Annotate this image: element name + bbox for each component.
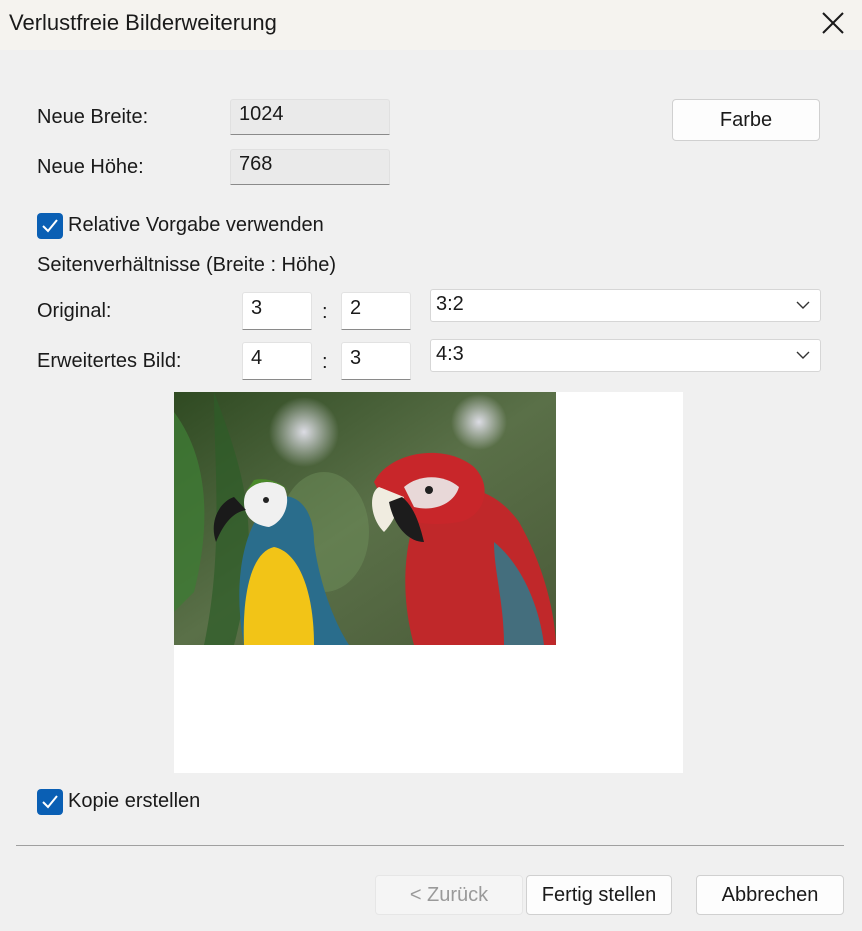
relative-checkbox-label[interactable]: Relative Vorgabe verwenden — [68, 214, 324, 237]
original-colon: : — [322, 301, 328, 323]
back-button[interactable]: < Zurück — [375, 875, 523, 915]
relative-checkbox[interactable] — [37, 213, 63, 239]
copy-checkbox-label[interactable]: Kopie erstellen — [68, 790, 200, 813]
extended-preset-dropdown[interactable]: 4:3 — [430, 339, 821, 372]
window-title: Verlustfreie Bilderweiterung — [9, 10, 277, 35]
original-width-input[interactable]: 3 — [242, 292, 312, 330]
new-height-label: Neue Höhe: — [37, 156, 144, 178]
original-preset-dropdown[interactable]: 3:2 — [430, 289, 821, 322]
footer-separator — [16, 845, 844, 846]
finish-button[interactable]: Fertig stellen — [526, 875, 672, 915]
chevron-down-icon — [796, 351, 810, 359]
extended-width-input[interactable]: 4 — [242, 342, 312, 380]
extension-preview — [174, 392, 683, 773]
extended-colon: : — [322, 351, 328, 373]
color-button[interactable]: Farbe — [672, 99, 820, 141]
extended-height-input[interactable]: 3 — [341, 342, 411, 380]
aspect-section-label: Seitenverhältnisse (Breite : Höhe) — [37, 254, 337, 276]
new-height-field: 768 — [230, 149, 390, 185]
original-label: Original: — [37, 300, 112, 322]
parrot-photo — [174, 392, 556, 645]
close-button[interactable] — [808, 0, 858, 46]
extended-preset-value: 4:3 — [436, 343, 464, 365]
copy-checkbox[interactable] — [37, 789, 63, 815]
new-width-field: 1024 — [230, 99, 390, 135]
original-preset-value: 3:2 — [436, 293, 464, 315]
extended-label: Erweitertes Bild: — [37, 350, 182, 372]
original-height-input[interactable]: 2 — [341, 292, 411, 330]
checkmark-icon — [42, 219, 58, 233]
title-bar: Verlustfreie Bilderweiterung — [0, 0, 862, 50]
new-width-label: Neue Breite: — [37, 106, 149, 128]
cancel-button[interactable]: Abbrechen — [696, 875, 844, 915]
chevron-down-icon — [796, 301, 810, 309]
checkmark-icon — [42, 795, 58, 809]
close-icon — [822, 12, 844, 34]
